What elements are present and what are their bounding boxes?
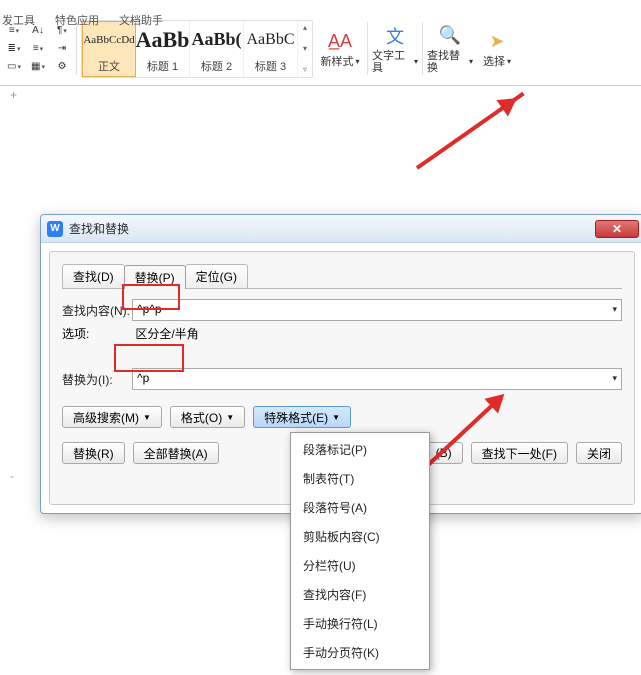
- select-button[interactable]: ➤ 选择▾: [475, 20, 519, 78]
- line-spacing-icon[interactable]: ≣▾: [5, 41, 23, 57]
- new-style-icon: A̲A: [328, 30, 352, 54]
- find-input[interactable]: ^p^p ▾: [132, 299, 622, 321]
- tab-replace[interactable]: 替换(P): [124, 265, 186, 289]
- para-misc-group: ¶▾ ⇥ ⚙: [50, 21, 74, 77]
- indent-left-icon[interactable]: ≡▾: [5, 23, 23, 39]
- menu-column-break[interactable]: 分栏符(U): [291, 551, 429, 580]
- marks-icon[interactable]: ¶▾: [53, 23, 71, 39]
- top-menu-fragment: 发工具 特色应用 文档助手: [0, 12, 641, 26]
- menu-doc-helper[interactable]: 文档助手: [119, 12, 163, 26]
- dialog-titlebar[interactable]: W 查找和替换 ✕: [41, 215, 641, 243]
- gallery-scroll[interactable]: ▴ ▾ ▿: [298, 21, 312, 77]
- collapse-mark: -: [10, 469, 14, 483]
- menu-tab-char[interactable]: 制表符(T): [291, 464, 429, 493]
- chevron-down-icon[interactable]: ▾: [300, 44, 310, 54]
- text-tools-button[interactable]: 文 文字工具▾: [370, 20, 420, 78]
- find-replace-button[interactable]: 🔍 查找替换▾: [425, 20, 475, 78]
- style-normal[interactable]: AaBbCcDd 正文: [82, 21, 136, 77]
- add-tab-icon[interactable]: +: [10, 88, 17, 102]
- replace-history-dropdown-icon[interactable]: ▾: [612, 373, 617, 384]
- wps-icon: W: [47, 221, 63, 237]
- menu-paragraph-mark[interactable]: 段落标记(P): [291, 435, 429, 464]
- special-format-menu: 段落标记(P) 制表符(T) 段落符号(A) 剪贴板内容(C) 分栏符(U) 查…: [290, 432, 430, 670]
- dialog-title: 查找和替换: [69, 220, 595, 237]
- style-heading1[interactable]: AaBb 标题 1: [136, 21, 190, 77]
- find-history-dropdown-icon[interactable]: ▾: [612, 304, 617, 315]
- find-replace-icon: 🔍: [438, 24, 462, 48]
- close-button[interactable]: 关闭: [576, 442, 622, 464]
- replace-input-value: ^p: [137, 371, 149, 385]
- new-style-button[interactable]: A̲A 新样式▾: [315, 20, 365, 78]
- settings-icon[interactable]: ⚙: [53, 59, 71, 75]
- replace-button[interactable]: 替换(R): [62, 442, 125, 464]
- annotation-arrow-1: [416, 92, 525, 170]
- close-icon[interactable]: ✕: [595, 220, 639, 238]
- menu-clipboard[interactable]: 剪贴板内容(C): [291, 522, 429, 551]
- gallery-expand-icon[interactable]: ▿: [300, 65, 310, 75]
- borders-icon[interactable]: ▦▾: [29, 59, 47, 75]
- style-heading3[interactable]: AaBbC 标题 3: [244, 21, 298, 77]
- para-align-group: A↓ ≡▾ ▦▾: [26, 21, 50, 77]
- para-indent-group: ≡▾ ≣▾ ▭▾: [2, 21, 26, 77]
- replace-input[interactable]: ^p ▾: [132, 368, 622, 390]
- style-heading2[interactable]: AaBb( 标题 2: [190, 21, 244, 77]
- find-input-value: ^p^p: [137, 302, 162, 316]
- sort-icon[interactable]: A↓: [29, 23, 47, 39]
- cursor-icon: ➤: [485, 30, 509, 54]
- tabs-icon[interactable]: ⇥: [53, 41, 71, 57]
- replace-label: 替换为(I):: [62, 371, 132, 388]
- format-button[interactable]: 格式(O)▼: [170, 406, 245, 428]
- dialog-tabs: 查找(D) 替换(P) 定位(G): [62, 264, 622, 288]
- options-value: 区分全/半角: [135, 327, 198, 341]
- style-gallery: AaBbCcDd 正文 AaBb 标题 1 AaBb( 标题 2 AaBbC 标…: [81, 20, 313, 78]
- find-label: 查找内容(N):: [62, 302, 132, 319]
- replace-all-button[interactable]: 全部替换(A): [133, 442, 219, 464]
- tab-find[interactable]: 查找(D): [62, 264, 125, 288]
- text-tools-icon: 文: [383, 24, 407, 48]
- menu-manual-page[interactable]: 手动分页符(K): [291, 638, 429, 667]
- options-label: 选项:: [62, 325, 132, 342]
- special-format-button[interactable]: 特殊格式(E)▼: [253, 406, 351, 428]
- menu-find-content[interactable]: 查找内容(F): [291, 580, 429, 609]
- menu-para-symbol[interactable]: 段落符号(A): [291, 493, 429, 522]
- advanced-search-button[interactable]: 高级搜索(M)▼: [62, 406, 162, 428]
- find-next-button[interactable]: 查找下一处(F): [471, 442, 568, 464]
- shading-icon[interactable]: ▭▾: [5, 59, 23, 75]
- tab-goto[interactable]: 定位(G): [185, 264, 248, 288]
- justify-icon[interactable]: ≡▾: [29, 41, 47, 57]
- menu-manual-line[interactable]: 手动换行符(L): [291, 609, 429, 638]
